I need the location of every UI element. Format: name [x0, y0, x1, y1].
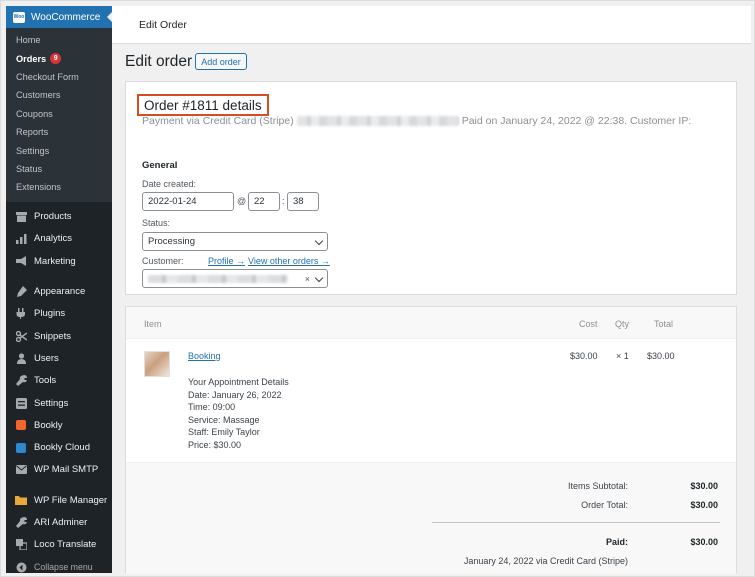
plugins-icon: [15, 308, 27, 320]
sidebar-item-snippets[interactable]: Snippets: [6, 325, 112, 347]
sidebar-item-marketing[interactable]: Marketing: [6, 250, 112, 272]
order-heading: Order #1811 details: [137, 94, 269, 116]
hour-input[interactable]: 22: [248, 192, 280, 211]
submenu-item-extensions[interactable]: Extensions: [6, 178, 112, 196]
adminer-icon: [15, 517, 27, 529]
item-qty: × 1: [616, 351, 629, 361]
header-title: Edit Order: [139, 19, 187, 31]
payment-summary: Payment via Credit Card (Stripe) Paid on…: [142, 115, 692, 127]
mail-icon: [15, 464, 27, 476]
page-title: Edit order: [125, 53, 193, 70]
totals-divider: [432, 522, 720, 523]
submenu-item-checkout-form[interactable]: Checkout Form: [6, 68, 112, 86]
sidebar-item-users[interactable]: Users: [6, 347, 112, 369]
item-total: $30.00: [647, 351, 675, 361]
order-totals: Items Subtotal: $30.00 Order Total: $30.…: [126, 462, 736, 574]
column-header-total: Total: [654, 319, 674, 329]
at-separator: @: [237, 196, 247, 206]
general-section-heading: General: [142, 160, 178, 171]
product-thumbnail: [144, 351, 170, 377]
customer-label: Customer:: [142, 256, 184, 266]
items-subtotal-value: $30.00: [690, 481, 718, 491]
settings-icon: [15, 397, 27, 409]
tools-icon: [15, 375, 27, 387]
column-header-item: Item: [144, 319, 162, 329]
products-icon: [15, 211, 27, 223]
chevron-down-icon: [314, 273, 324, 283]
sidebar-item-loco-translate[interactable]: Loco Translate: [6, 534, 112, 556]
snippets-icon: [15, 330, 27, 342]
paid-value: $30.00: [690, 537, 718, 547]
sidebar-item-ari-adminer[interactable]: ARI Adminer: [6, 511, 112, 533]
item-name-link[interactable]: Booking: [188, 351, 221, 361]
time-colon: :: [282, 196, 285, 206]
column-header-qty: Qty: [615, 319, 630, 329]
sidebar-item-label: WooCommerce: [31, 11, 101, 23]
marketing-icon: [15, 255, 27, 267]
submenu-item-home[interactable]: Home: [6, 31, 112, 49]
submenu-item-coupons[interactable]: Coupons: [6, 105, 112, 123]
status-label: Status:: [142, 218, 171, 228]
customer-profile-link[interactable]: Profile →: [208, 256, 245, 266]
column-header-cost: Cost: [579, 319, 598, 329]
sidebar-item-bookly-cloud[interactable]: Bookly Cloud: [6, 436, 112, 458]
analytics-icon: [15, 233, 27, 245]
sidebar-item-wp-mail-smtp[interactable]: WP Mail SMTP: [6, 459, 112, 481]
submenu-item-reports[interactable]: Reports: [6, 123, 112, 141]
translate-icon: [15, 539, 27, 551]
sidebar-item-bookly[interactable]: Bookly: [6, 414, 112, 436]
order-total-value: $30.00: [690, 500, 718, 510]
order-details-panel: Order #1811 details Payment via Credit C…: [125, 81, 737, 295]
items-subtotal-label: Items Subtotal:: [567, 481, 628, 491]
woocommerce-submenu: Home Orders 9 Checkout Form Customers Cou…: [6, 28, 112, 202]
page-header-bar: Edit Order: [112, 6, 751, 44]
order-total-label: Order Total:: [581, 500, 628, 510]
submenu-item-orders[interactable]: Orders 9: [6, 49, 112, 67]
item-cost: $30.00: [570, 351, 598, 361]
clear-icon[interactable]: ×: [305, 274, 310, 284]
customer-select[interactable]: ×: [142, 269, 328, 288]
status-select[interactable]: Processing: [142, 232, 328, 251]
items-table-header: Item Cost Qty Total: [126, 307, 736, 339]
submenu-item-settings[interactable]: Settings: [6, 141, 112, 159]
chevron-down-icon: [314, 236, 324, 246]
order-items-panel: Item Cost Qty Total Booking $30.00 × 1 $…: [125, 306, 737, 574]
date-created-input[interactable]: 2022-01-24: [142, 192, 234, 211]
item-meta: Your Appointment Details Date: January 2…: [188, 377, 289, 450]
file-manager-icon: [15, 494, 27, 506]
view-other-orders-link[interactable]: View other orders →: [248, 256, 330, 266]
sidebar-item-analytics[interactable]: Analytics: [6, 228, 112, 250]
app-window: Woo WooCommerce Home Orders 9 Checkout Fo…: [0, 0, 755, 577]
paid-label: Paid:: [605, 537, 628, 547]
paid-note: January 24, 2022 via Credit Card (Stripe…: [463, 556, 628, 566]
submenu-item-status[interactable]: Status: [6, 160, 112, 178]
sidebar-menu: Products Analytics Marketing Appearance …: [6, 202, 112, 573]
admin-sidebar: Woo WooCommerce Home Orders 9 Checkout Fo…: [6, 6, 112, 573]
collapse-menu-button[interactable]: Collapse menu: [6, 556, 112, 573]
sidebar-item-products[interactable]: Products: [6, 206, 112, 228]
appearance-icon: [15, 286, 27, 298]
sidebar-item-woocommerce[interactable]: Woo WooCommerce: [6, 6, 112, 28]
sidebar-item-wp-file-manager[interactable]: WP File Manager: [6, 489, 112, 511]
minute-input[interactable]: 38: [287, 192, 319, 211]
submenu-item-customers[interactable]: Customers: [6, 86, 112, 104]
collapse-icon: [15, 561, 27, 573]
sidebar-item-plugins[interactable]: Plugins: [6, 303, 112, 325]
redacted-transaction-id: [296, 116, 459, 126]
sidebar-item-appearance[interactable]: Appearance: [6, 280, 112, 302]
date-created-label: Date created:: [142, 179, 197, 189]
redacted-customer-name: [148, 274, 288, 283]
orders-count-badge: 9: [50, 53, 62, 65]
bookly-icon: [15, 419, 27, 431]
users-icon: [15, 352, 27, 364]
add-order-button[interactable]: Add order: [195, 53, 247, 70]
bookly-cloud-icon: [15, 442, 27, 454]
sidebar-item-settings[interactable]: Settings: [6, 392, 112, 414]
sidebar-item-tools[interactable]: Tools: [6, 370, 112, 392]
woocommerce-logo-icon: Woo: [13, 11, 25, 23]
